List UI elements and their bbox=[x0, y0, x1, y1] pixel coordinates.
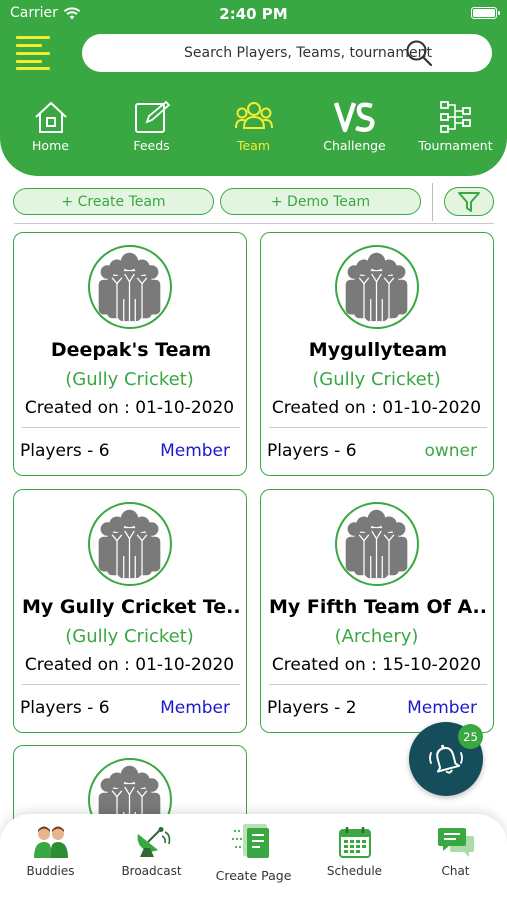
team-avatar bbox=[335, 502, 419, 586]
team-created-date: Created on : 01-10-2020 bbox=[271, 398, 482, 418]
tab-buddies[interactable]: Buddies bbox=[0, 826, 101, 878]
feeds-icon bbox=[134, 100, 170, 133]
menu-icon[interactable] bbox=[16, 36, 52, 70]
team-players-count: Players - 6 bbox=[20, 698, 110, 718]
nav-team-label: Team bbox=[236, 138, 271, 153]
card-divider bbox=[269, 684, 487, 685]
calendar-icon bbox=[338, 827, 371, 858]
chat-icon bbox=[437, 828, 474, 857]
team-sport: (Gully Cricket) bbox=[65, 626, 194, 647]
action-divider bbox=[432, 183, 433, 221]
status-bar: Carrier 2:40 PM bbox=[0, 0, 507, 28]
team-players-count: Players - 6 bbox=[267, 441, 357, 461]
team-sport: (Archery) bbox=[334, 626, 419, 647]
content-divider bbox=[14, 223, 494, 224]
top-nav: Home Feeds Team Challenge Tournament bbox=[0, 100, 507, 160]
nav-team[interactable]: Team bbox=[203, 100, 304, 153]
nav-feeds[interactable]: Feeds bbox=[101, 100, 202, 153]
team-card[interactable]: My Fifth Team Of A... (Archery) Created … bbox=[260, 489, 494, 733]
team-name: Deepak's Team bbox=[50, 339, 212, 361]
bell-icon bbox=[429, 744, 463, 774]
app-header: Carrier 2:40 PM Ho bbox=[0, 0, 507, 176]
nav-home-label: Home bbox=[32, 138, 69, 153]
filter-button[interactable] bbox=[444, 187, 494, 216]
tab-create-page[interactable]: Create Page bbox=[203, 822, 304, 883]
tab-buddies-label: Buddies bbox=[26, 864, 75, 878]
team-name: My Fifth Team Of A... bbox=[269, 596, 487, 618]
team-avatar bbox=[335, 245, 419, 329]
team-avatar bbox=[88, 502, 172, 586]
team-created-date: Created on : 01-10-2020 bbox=[24, 398, 235, 418]
tab-create-page-label: Create Page bbox=[215, 868, 292, 883]
team-group-icon bbox=[345, 509, 408, 579]
battery-icon bbox=[471, 7, 500, 19]
team-role: Member bbox=[407, 698, 477, 718]
create-page-icon bbox=[231, 824, 269, 858]
filter-icon bbox=[458, 191, 480, 212]
broadcast-icon bbox=[137, 827, 170, 857]
nav-tournament[interactable]: Tournament bbox=[405, 100, 506, 153]
team-role: Member bbox=[160, 698, 230, 718]
team-group-icon bbox=[345, 252, 408, 322]
card-divider bbox=[269, 427, 487, 428]
team-created-date: Created on : 15-10-2020 bbox=[271, 655, 482, 675]
clock: 2:40 PM bbox=[219, 5, 288, 23]
search-icon[interactable] bbox=[405, 39, 433, 67]
team-group-icon bbox=[98, 509, 161, 579]
team-sport: (Gully Cricket) bbox=[312, 369, 441, 390]
team-players-count: Players - 2 bbox=[267, 698, 357, 718]
team-card[interactable]: Deepak's Team (Gully Cricket) Created on… bbox=[13, 232, 247, 476]
search-bar[interactable] bbox=[82, 34, 492, 72]
team-role: owner bbox=[424, 441, 477, 461]
tab-broadcast[interactable]: Broadcast bbox=[101, 826, 202, 878]
card-divider bbox=[22, 684, 240, 685]
bottom-nav: Buddies Broadcast Create Page Schedule C… bbox=[0, 814, 507, 900]
create-team-button[interactable]: + Create Team bbox=[13, 188, 214, 215]
nav-challenge[interactable]: Challenge bbox=[304, 100, 405, 153]
bracket-icon bbox=[439, 101, 471, 133]
nav-challenge-label: Challenge bbox=[323, 138, 386, 153]
search-input[interactable] bbox=[102, 34, 432, 72]
nav-feeds-label: Feeds bbox=[133, 138, 170, 153]
team-avatar bbox=[88, 245, 172, 329]
tab-chat-label: Chat bbox=[441, 864, 470, 878]
tab-chat[interactable]: Chat bbox=[405, 826, 506, 878]
nav-home[interactable]: Home bbox=[0, 100, 101, 153]
team-role: Member bbox=[160, 441, 230, 461]
card-divider bbox=[22, 427, 240, 428]
tab-schedule-label: Schedule bbox=[326, 864, 383, 878]
buddies-icon bbox=[33, 826, 68, 858]
team-card[interactable]: My Gully Cricket Te... (Gully Cricket) C… bbox=[13, 489, 247, 733]
team-name: My Gully Cricket Te... bbox=[22, 596, 240, 618]
vs-icon bbox=[333, 102, 375, 133]
tab-broadcast-label: Broadcast bbox=[121, 864, 182, 878]
team-created-date: Created on : 01-10-2020 bbox=[24, 655, 235, 675]
team-group-icon bbox=[98, 252, 161, 322]
team-sport: (Gully Cricket) bbox=[65, 369, 194, 390]
demo-team-button[interactable]: + Demo Team bbox=[220, 188, 421, 215]
tab-schedule[interactable]: Schedule bbox=[304, 826, 405, 878]
team-card[interactable]: Mygullyteam (Gully Cricket) Created on :… bbox=[260, 232, 494, 476]
team-name: Mygullyteam bbox=[308, 339, 448, 361]
team-icon bbox=[234, 102, 273, 129]
nav-tournament-label: Tournament bbox=[418, 138, 493, 153]
team-players-count: Players - 6 bbox=[20, 441, 110, 461]
home-icon bbox=[34, 102, 67, 133]
notification-count-badge: 25 bbox=[458, 724, 483, 749]
